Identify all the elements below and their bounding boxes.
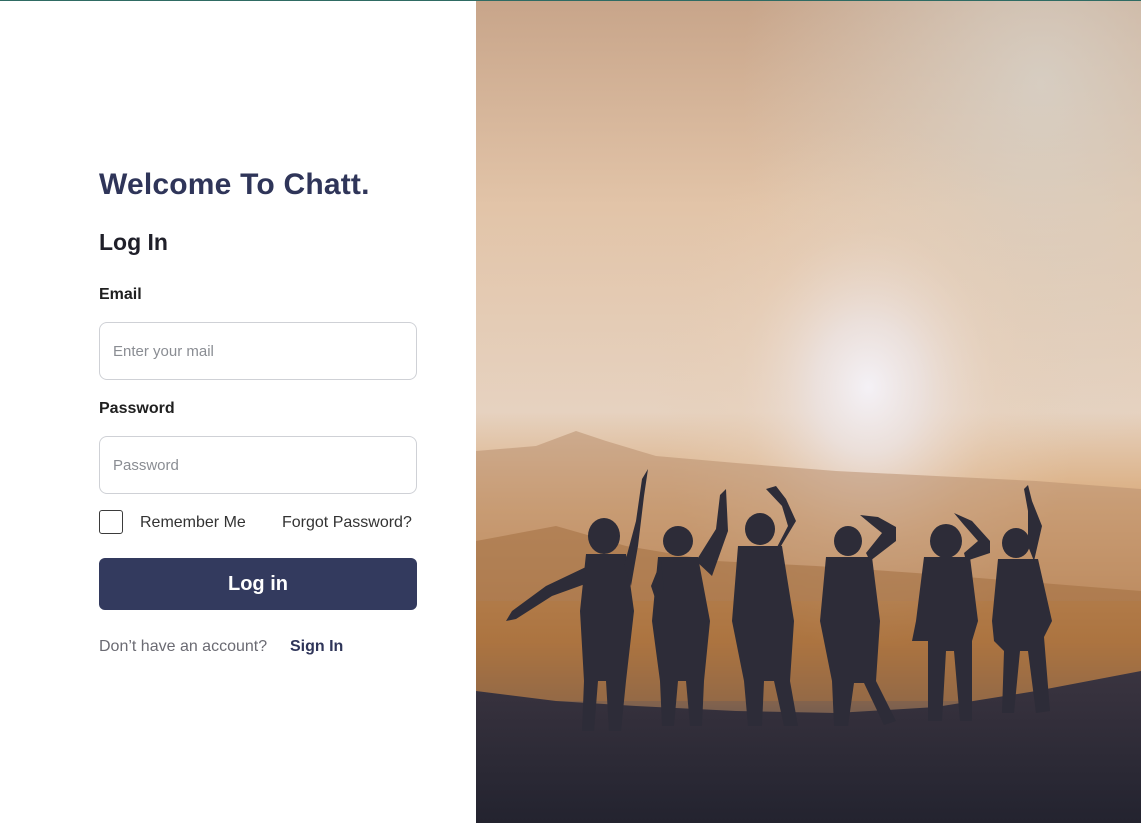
sign-in-link[interactable]: Sign In	[290, 638, 343, 656]
password-field[interactable]	[99, 436, 417, 494]
sunset-silhouette-image	[476, 1, 1141, 823]
login-panel	[0, 1, 476, 823]
email-label: Email	[99, 286, 142, 303]
forgot-password-link[interactable]: Forgot Password?	[282, 514, 412, 532]
hero-image	[476, 1, 1141, 823]
form-title: Log In	[99, 229, 168, 255]
password-label: Password	[99, 400, 175, 417]
remember-me-checkbox[interactable]	[99, 510, 123, 534]
welcome-title: Welcome To Chatt.	[99, 168, 370, 201]
email-field[interactable]	[99, 322, 417, 380]
signup-prompt: Don’t have an account?	[99, 638, 268, 655]
remember-me-label[interactable]: Remember Me	[140, 514, 246, 532]
login-button[interactable]: Log in	[99, 558, 417, 610]
